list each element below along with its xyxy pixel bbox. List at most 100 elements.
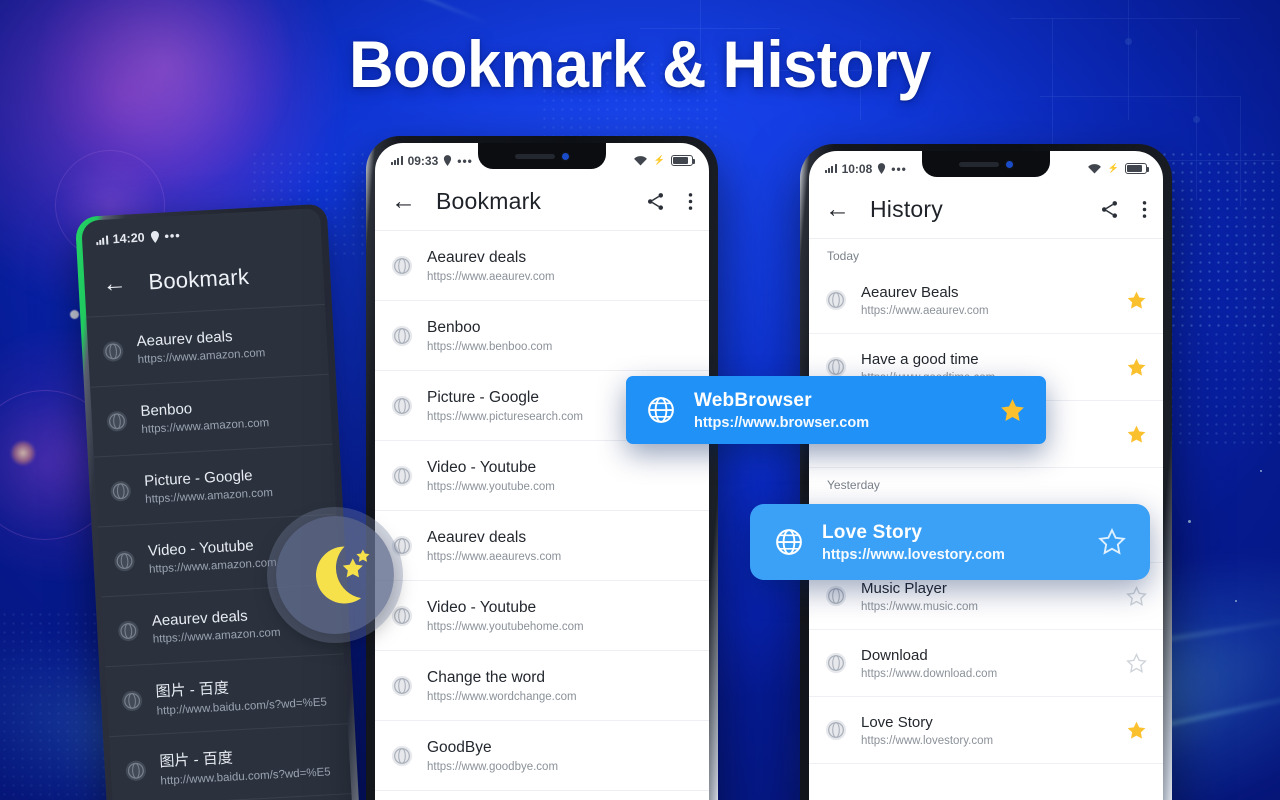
more-vertical-icon[interactable] — [1142, 199, 1147, 220]
history-row[interactable]: Download https://www.download.com — [809, 630, 1163, 697]
bookmark-row[interactable]: Benboo https://www.benboo.com — [375, 301, 709, 371]
app-bar-title: Bookmark — [436, 188, 542, 214]
more-vertical-icon[interactable] — [688, 191, 693, 212]
star-icon-outline[interactable] — [1098, 528, 1126, 556]
globe-icon — [391, 745, 413, 766]
history-title: Love Story — [861, 713, 933, 731]
star-icon-filled[interactable] — [1126, 720, 1147, 741]
bookmark-row[interactable]: GoodBye https://www.goodbye.com — [375, 721, 709, 791]
bookmark-url: https://www.youtube.com — [427, 480, 555, 493]
globe-icon — [825, 652, 847, 674]
star-icon-filled[interactable] — [1126, 290, 1147, 311]
history-list: Today Aeaurev Beals https://www.aeaurev.co… — [809, 239, 1163, 764]
bookmark-title: Video - Youtube — [427, 458, 537, 476]
history-url: https://www.download.com — [861, 667, 998, 680]
floating-card-lovestory[interactable]: Love Story https://www.lovestory.com — [750, 504, 1150, 580]
bookmark-url: https://www.amazon.com — [137, 347, 266, 367]
star-icon-filled[interactable] — [999, 397, 1026, 424]
bookmark-row[interactable]: 图片 - 百度http://www.baidu.com/s?wd=%E5 — [105, 653, 348, 737]
bookmark-title: Video - Youtube — [427, 598, 537, 616]
back-arrow-icon[interactable]: ← — [102, 270, 127, 299]
history-url: https://www.music.com — [861, 600, 978, 613]
globe-icon — [103, 340, 124, 361]
signal-icon — [96, 235, 108, 245]
bookmark-url: https://www.aeaurev.com — [427, 270, 555, 283]
star-icon-filled[interactable] — [1126, 424, 1147, 445]
location-icon — [878, 163, 886, 174]
history-title: Music Player — [861, 579, 947, 597]
bookmark-row[interactable]: Aeaurev deals https://www.aeaurev.com — [375, 231, 709, 301]
bookmark-row[interactable]: Video - Youtube https://www.youtubehome.c… — [375, 581, 709, 651]
share-icon[interactable] — [1099, 199, 1120, 220]
status-more-icon: ••• — [457, 153, 473, 168]
share-icon[interactable] — [645, 191, 666, 212]
location-icon — [444, 155, 452, 166]
phone-frame: 10:08 ••• ⚡ ← History Today Aeaurev Beal… — [800, 144, 1172, 800]
phone-screen: 09:33 ••• ⚡ ← Bookmark Aeaurev deals htt… — [375, 143, 709, 800]
status-time: 09:33 — [407, 153, 439, 168]
app-bar: ← Bookmark — [375, 173, 709, 231]
history-section-header: Today — [827, 249, 860, 263]
bookmark-row[interactable]: Video - Youtube https://www.youtube.com — [375, 441, 709, 511]
bookmark-row[interactable]: Benboo https://www.amazon.com — [90, 373, 333, 457]
back-arrow-icon[interactable]: ← — [825, 195, 850, 224]
history-row[interactable]: Aeaurev Beals https://www.aeaurev.com — [809, 267, 1163, 334]
bookmark-row[interactable]: Aeaurev deals https://www.amazon.com — [86, 303, 329, 387]
bookmark-row[interactable]: Picture - Google https://www.amazon.com — [93, 443, 337, 527]
bookmark-title: Picture - Google — [143, 467, 253, 490]
star-icon-outline[interactable] — [1126, 652, 1147, 674]
globe-icon — [110, 480, 131, 501]
globe-icon — [114, 550, 135, 571]
history-title: Download — [861, 646, 928, 664]
bookmark-url: https://www.amazon.com — [148, 556, 278, 576]
night-mode-badge[interactable] — [276, 516, 394, 634]
history-row[interactable]: Love Story https://www.lovestory.com — [809, 697, 1163, 764]
phone-right-history: 10:08 ••• ⚡ ← History Today Aeaurev Beal… — [800, 144, 1172, 800]
signal-icon — [391, 156, 403, 165]
globe-icon — [391, 395, 413, 416]
globe-icon — [391, 465, 413, 486]
bookmark-title: Change the word — [427, 668, 546, 686]
bookmark-url: https://www.picturesearch.com — [427, 410, 583, 423]
app-bar: ← History — [809, 181, 1163, 239]
globe-icon — [776, 529, 802, 555]
star-icon-filled[interactable] — [1126, 357, 1147, 378]
history-title: Aeaurev Beals — [861, 283, 959, 301]
bookmark-url: https://www.amazon.com — [152, 626, 281, 646]
history-url: https://www.lovestory.com — [861, 734, 994, 747]
status-bar: 10:08 ••• ⚡ — [809, 151, 1163, 181]
signal-icon — [825, 164, 837, 173]
globe-icon — [648, 397, 674, 423]
history-section-header: Yesterday — [827, 478, 880, 492]
bookmark-title: Video - Youtube — [147, 537, 255, 560]
bookmark-title: Benboo — [140, 400, 193, 421]
moon-stars-icon — [316, 546, 370, 604]
page-title: Bookmark & History — [349, 27, 931, 101]
phone-frame: 14:20 ••• ← Bookmark Aeaurev deals https:… — [74, 203, 362, 800]
globe-icon — [391, 325, 413, 346]
bookmark-url: https://www.benboo.com — [427, 340, 553, 353]
app-bar-title: History — [870, 196, 943, 222]
floating-card-webbrowser[interactable]: WebBrowser https://www.browser.com — [626, 376, 1046, 444]
bookmark-row[interactable]: 图片 - 百度http://www.baidu.com/s?wd=%E5 — [108, 723, 352, 800]
back-arrow-icon[interactable]: ← — [391, 187, 416, 216]
bookmark-title: Aeaurev deals — [151, 607, 249, 630]
globe-icon — [125, 760, 146, 781]
bookmark-row[interactable]: Aeaurev deals https://www.aeaurevs.com — [375, 511, 709, 581]
globe-icon — [825, 585, 847, 607]
bookmark-title: Aeaurev deals — [427, 528, 527, 546]
globe-icon — [391, 675, 413, 696]
bookmark-url: https://www.amazon.com — [144, 486, 274, 506]
globe-icon — [825, 356, 847, 378]
history-title: Have a good time — [861, 350, 979, 368]
bookmark-title: Aeaurev deals — [136, 327, 233, 351]
star-icon-outline[interactable] — [1126, 585, 1147, 607]
bookmark-row[interactable]: Change the word https://www.wordchange.co… — [375, 651, 709, 721]
status-more-icon: ••• — [891, 161, 907, 176]
globe-icon — [118, 620, 139, 641]
status-bar: 09:33 ••• ⚡ — [375, 143, 709, 173]
wifi-icon — [633, 156, 647, 166]
bookmark-title: Aeaurev deals — [427, 248, 527, 266]
globe-icon — [825, 719, 847, 741]
phone-screen: 14:20 ••• ← Bookmark Aeaurev deals https:… — [81, 208, 355, 800]
